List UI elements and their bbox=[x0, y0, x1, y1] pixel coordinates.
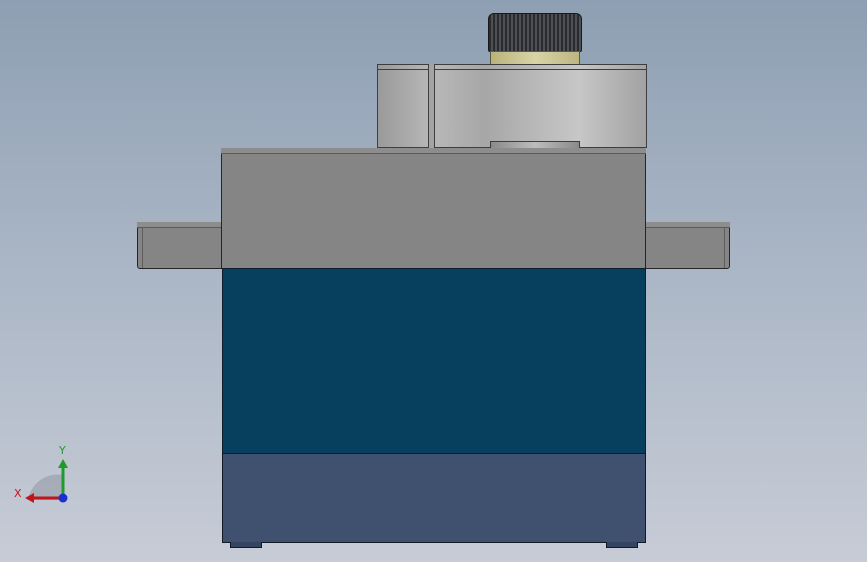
flange-right-edge bbox=[724, 228, 725, 268]
bottom-cap[interactable] bbox=[222, 453, 646, 543]
y-axis-label: Y bbox=[58, 444, 66, 457]
y-axis-arrow-icon bbox=[58, 459, 68, 468]
foot-left bbox=[230, 542, 262, 548]
x-axis-label: X bbox=[14, 487, 22, 500]
shaft-collar[interactable] bbox=[490, 51, 580, 65]
top-case-rim bbox=[221, 148, 646, 154]
output-spline-knob[interactable] bbox=[488, 13, 582, 52]
middle-case[interactable] bbox=[222, 268, 646, 454]
3d-viewport[interactable]: Y X bbox=[0, 0, 867, 562]
orientation-triad[interactable]: Y X bbox=[10, 440, 90, 510]
gear-housing-band bbox=[377, 64, 647, 70]
top-case[interactable] bbox=[221, 148, 646, 269]
gear-housing-seam bbox=[428, 64, 435, 148]
flange-right-step bbox=[645, 222, 730, 228]
foot-right bbox=[606, 542, 638, 548]
gear-housing[interactable] bbox=[377, 64, 647, 148]
flange-left-edge bbox=[142, 228, 143, 268]
flange-left-step bbox=[137, 222, 222, 228]
z-axis-dot-icon bbox=[58, 493, 68, 503]
